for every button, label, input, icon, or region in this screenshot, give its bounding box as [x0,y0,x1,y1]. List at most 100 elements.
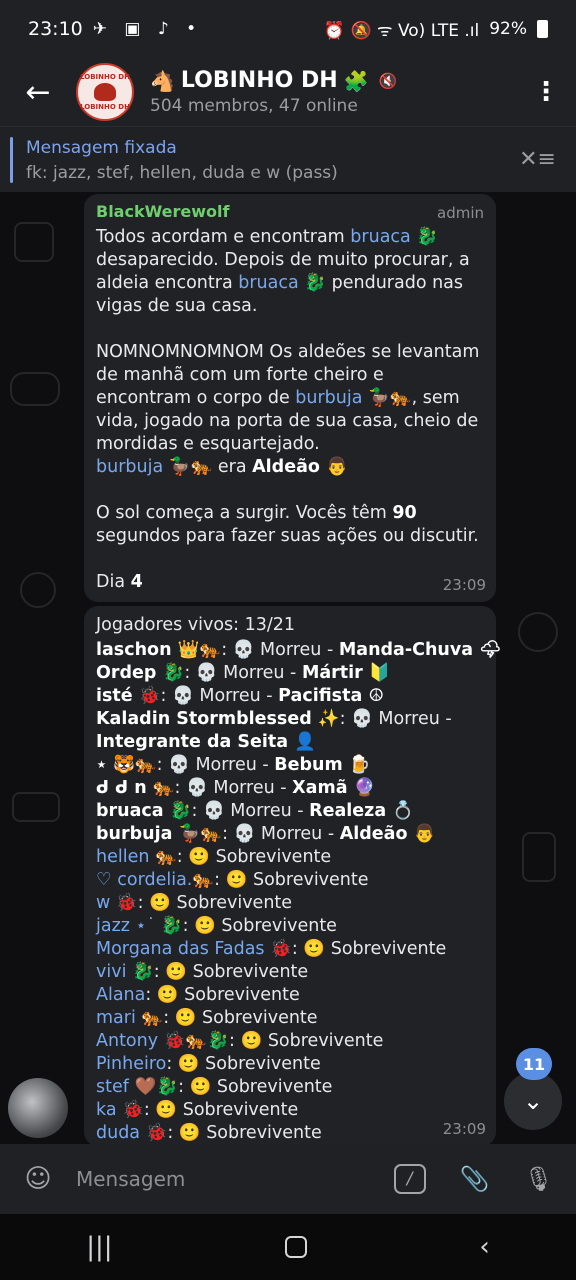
alive-player-line: Pinheiro: 🙂 Sobrevivente [96,1053,484,1076]
mention-link[interactable]: bruaca 🐉 [350,227,438,247]
alive-player-line: stef 🤎🐉: 🙂 Sobrevivente [96,1076,484,1099]
mention-link[interactable]: bruaca 🐉 [238,273,326,293]
puzzle-emoji: 🧩 [343,68,369,93]
player-role: Xamã 🔮 [292,778,376,798]
alive-player-line: mari 🐅: 🙂 Sobrevivente [96,1007,484,1030]
alive-player-line: w 🐞: 🙂 Sobrevivente [96,892,484,915]
player-status: : 💀 Morreu - [191,801,310,821]
background-doodle [522,832,556,882]
scroll-down-button[interactable]: ⌄ [504,1072,562,1130]
alive-player-line: duda 🐞: 🙂 Sobrevivente [96,1122,484,1144]
avatar-text-top: LOBINHO DH [80,73,130,81]
dead-player-line: isté 🐞: 💀 Morreu - Pacifista ☮ [96,685,484,708]
back-button[interactable]: ← [0,58,76,126]
player-mention[interactable]: Pinheiro [96,1054,166,1074]
chat-title-row: 🐴 LOBINHO DH 🧩 🔇 [150,68,397,93]
player-role: Pacifista ☮ [278,686,385,706]
player-mention[interactable]: mari 🐅 [96,1008,163,1028]
player-name[interactable]: ⋆ 🐯🐅 [96,755,157,775]
chat-header: ← LOBINHO DH LOBINHO DH 🐴 LOBINHO DH 🧩 🔇… [0,58,576,126]
emoji-icon[interactable]: ☺ [0,1164,76,1194]
player-status: : 🙂 Sobrevivente [143,1100,299,1120]
sender-name[interactable]: BlackWerewolf [96,202,484,221]
message-time: 23:09 [442,1120,486,1138]
admin-badge: admin [437,204,484,222]
player-mention[interactable]: Antony 🐞🐅🐉 [96,1031,229,1051]
player-role: Mártir 🔰 [301,663,391,683]
title-block[interactable]: 🐴 LOBINHO DH 🧩 🔇 504 membros, 47 online [150,68,397,116]
player-mention[interactable]: ♡ cordelia.🐅 [96,870,214,890]
player-status: : 🙂 Sobrevivente [153,962,309,982]
player-status: : 🙂 Sobrevivente [229,1031,384,1051]
player-role: Manda-Chuva 🌩 [338,640,502,660]
message-time: 23:09 [442,576,486,594]
pinned-message[interactable]: Mensagem fixada fk: jazz, stef, hellen, … [0,126,576,192]
chat-subtitle: 504 membros, 47 online [150,96,358,116]
chat-area[interactable]: BlackWerewolf admin Todos acordam e enco… [0,192,576,1144]
dead-player-line: burbuja 🦆🐅: 💀 Morreu - Aldeão 👨 [96,823,484,846]
player-status: : 🙂 Sobrevivente [182,916,337,936]
background-doodle [14,222,54,262]
mute-icon: 🔇 [378,71,398,90]
player-mention[interactable]: duda 🐞 [96,1123,167,1143]
player-mention[interactable]: hellen 🐅 [96,847,177,867]
group-avatar[interactable]: LOBINHO DH LOBINHO DH [76,63,134,121]
alive-player-line: ♡ cordelia.🐅: 🙂 Sobrevivente [96,869,484,892]
horse-emoji: 🐴 [150,68,175,93]
status-bar: 23:10 ✈ ▣ ♪ • ⏰ 🔕 ᯤ Vo) LTE .ıl 92% [0,0,576,58]
dead-player-line: ᑯ ᑯ n 🐅: 💀 Morreu - Xamã 🔮 [96,777,484,800]
player-status: : 🙂 Sobrevivente [291,939,447,959]
background-doodle [20,572,56,608]
player-mention[interactable]: ka 🐞 [96,1100,144,1120]
player-mention[interactable]: jazz ⋆˙ 🐉 [96,916,183,936]
player-status: : 💀 Morreu - [184,663,302,683]
player-name[interactable]: Ordep 🐉 [96,663,184,683]
player-mention[interactable]: vivi 🐉 [96,962,154,982]
notification-icons: ✈ ▣ ♪ • [92,19,203,39]
player-mention[interactable]: w 🐞 [96,893,138,913]
system-status-icons: ⏰ 🔕 ᯤ Vo) LTE .ıl [323,20,480,41]
more-menu-icon[interactable]: ⋮ [516,77,576,107]
pinned-indicator [10,137,13,183]
dead-player-line: Integrante da Seita 👤 [96,731,484,754]
player-name[interactable]: bruaca 🐉 [96,801,192,821]
player-name[interactable]: burbuja 🦆🐅 [96,824,222,844]
player-status: : 🙂 Sobrevivente [145,985,300,1005]
nav-back-icon[interactable]: ‹ [479,1232,489,1262]
player-role: Aldeão 👨 [339,824,436,844]
player-name[interactable]: isté 🐞 [96,686,161,706]
chat-title: LOBINHO DH [180,68,338,93]
alive-player-line: Alana: 🙂 Sobrevivente [96,984,484,1007]
player-mention[interactable]: Alana [96,985,145,1005]
microphone-icon[interactable]: 🎙 [524,1165,554,1193]
message-bubble[interactable]: BlackWerewolf admin Todos acordam e enco… [84,194,496,602]
player-status: : 🙂 Sobrevivente [176,847,332,867]
player-name[interactable]: ᑯ ᑯ n 🐅 [96,778,175,798]
pinned-list-icon[interactable]: ✕≡ [519,147,556,172]
player-mention[interactable]: stef 🤎🐉 [96,1077,178,1097]
player-status: : 🙂 Sobrevivente [137,893,293,913]
player-status: : 💀 Morreu - [339,709,452,729]
pinned-title: Mensagem fixada [26,138,177,158]
message-input[interactable] [76,1167,376,1191]
player-name[interactable]: Kaladin Stormblessed ✨ [96,709,340,729]
sender-avatar[interactable] [8,1078,68,1138]
system-nav-bar: ||| ‹ [0,1214,576,1280]
alive-player-line: ka 🐞: 🙂 Sobrevivente [96,1099,484,1122]
home-icon[interactable] [284,1236,307,1258]
alive-player-line: jazz ⋆˙ 🐉: 🙂 Sobrevivente [96,915,484,938]
message-bubble[interactable]: Jogadores vivos: 13/21 laschon 👑🐅: 💀 Mor… [84,606,501,1144]
attach-icon[interactable]: 📎 [460,1165,490,1193]
dead-player-line: bruaca 🐉: 💀 Morreu - Realeza 💍 [96,800,484,823]
player-status: : 🙂 Sobrevivente [178,1077,333,1097]
player-name[interactable]: laschon 👑🐅 [96,640,221,660]
mention-link[interactable]: burbuja 🦆🐅 [295,388,411,408]
mention-link[interactable]: burbuja 🦆🐅 [96,457,212,477]
player-status: : 💀 Morreu - [221,640,339,660]
recent-apps-icon[interactable]: ||| [86,1232,112,1262]
player-status: : 💀 Morreu - [156,755,275,775]
player-status: : 🙂 Sobrevivente [167,1123,322,1143]
player-role: Integrante da Seita 👤 [96,732,316,752]
player-mention[interactable]: Morgana das Fadas 🐞 [96,939,292,959]
bot-commands-icon[interactable]: / [393,1164,426,1194]
